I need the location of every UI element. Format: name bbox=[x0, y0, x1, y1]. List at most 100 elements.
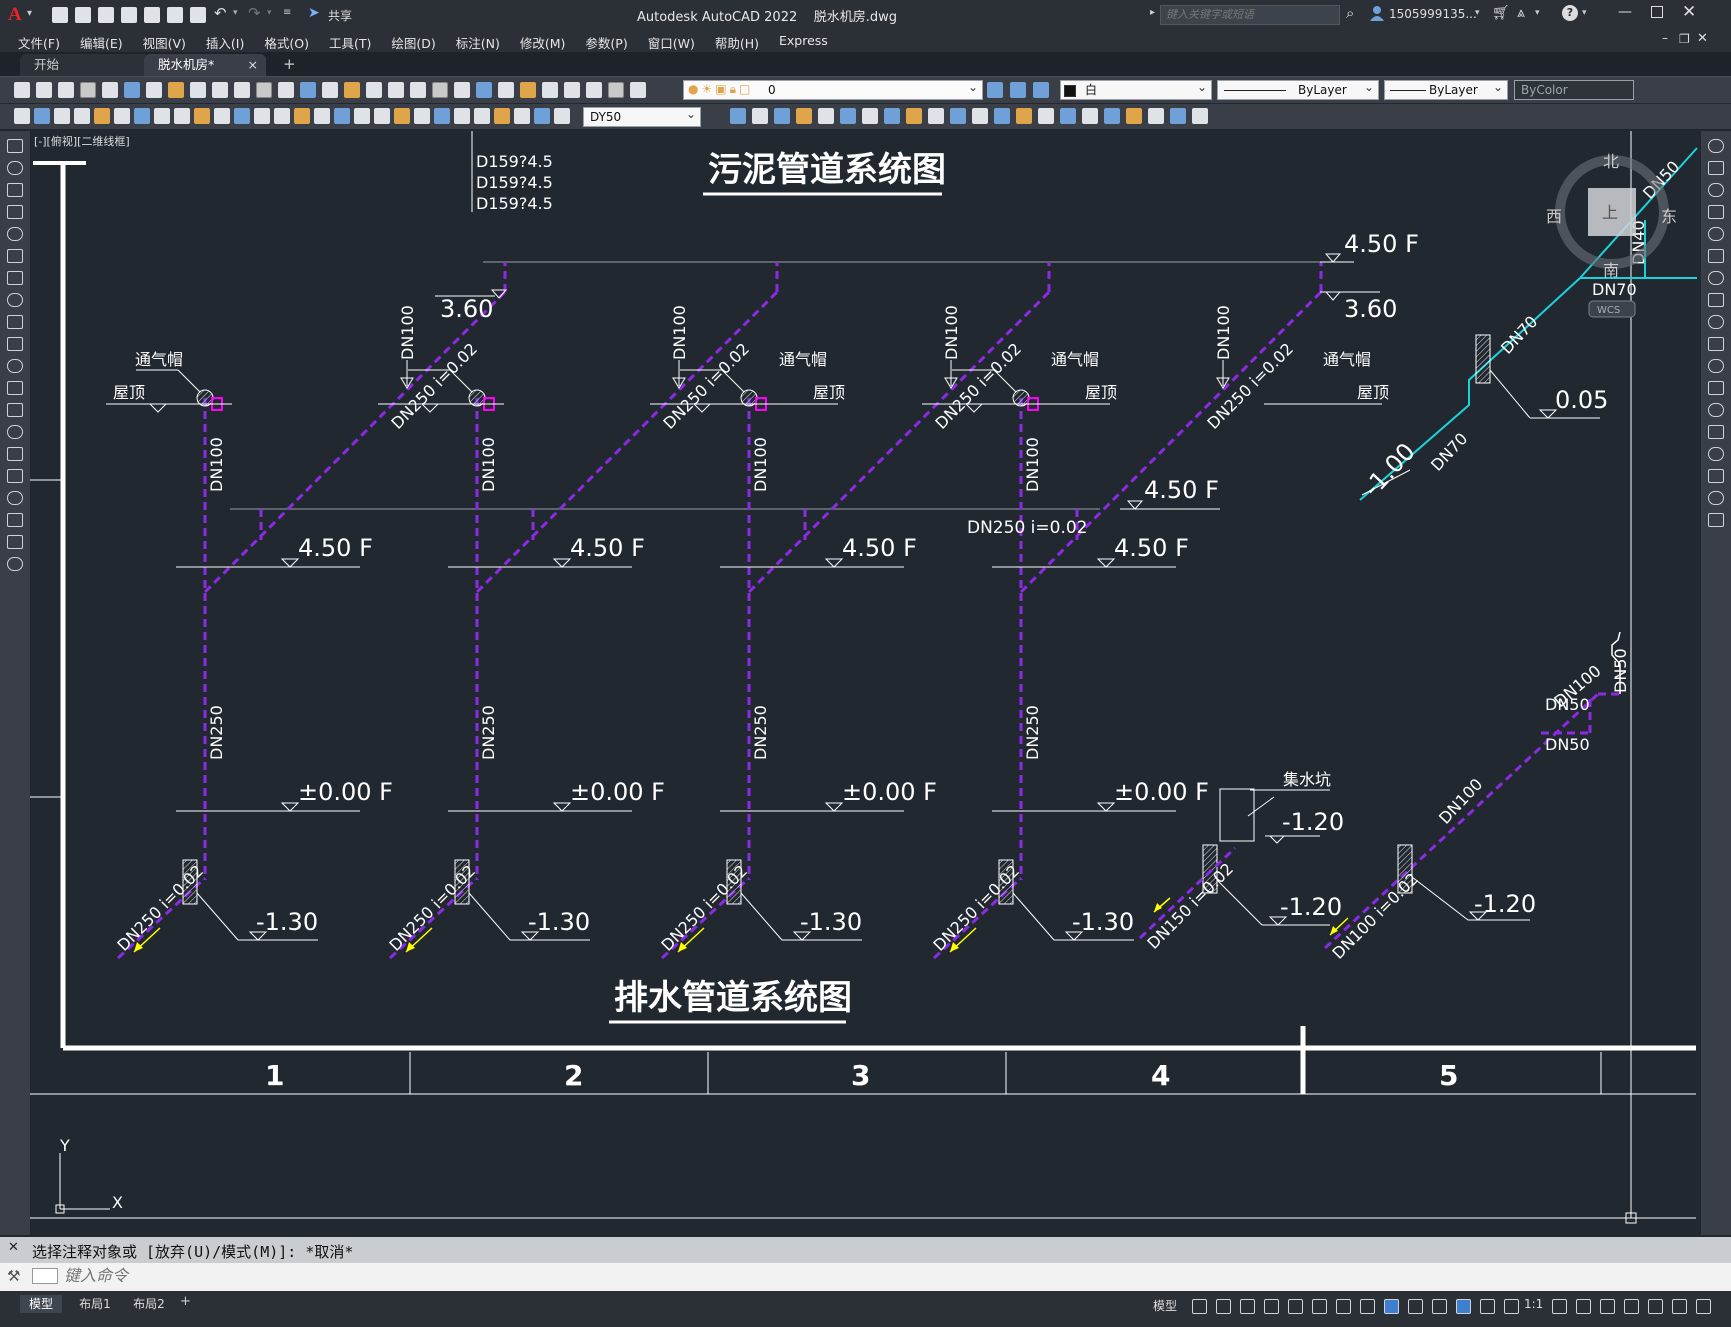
status-toggle-icon[interactable] bbox=[1216, 1299, 1231, 1314]
dimension-tool-icon[interactable] bbox=[14, 108, 30, 124]
command-close-icon[interactable]: ✕ bbox=[8, 1240, 19, 1255]
modify-tool-icon[interactable] bbox=[1708, 227, 1724, 241]
close-window-icon[interactable]: ✕ bbox=[1682, 2, 1696, 22]
redo-icon[interactable]: ↷ bbox=[248, 4, 261, 22]
status-toggle-icon[interactable] bbox=[1384, 1299, 1399, 1314]
dimension-tool-icon[interactable] bbox=[474, 108, 490, 124]
standard-tool-icon[interactable] bbox=[256, 82, 272, 98]
draw-tool-icon[interactable] bbox=[7, 535, 23, 549]
modify-tool-icon[interactable] bbox=[1082, 108, 1098, 124]
standard-tool-icon[interactable] bbox=[542, 82, 558, 98]
modify-tool-icon[interactable] bbox=[752, 108, 768, 124]
dimension-tool-icon[interactable] bbox=[234, 108, 250, 124]
standard-tool-icon[interactable] bbox=[630, 82, 646, 98]
status-toggle-icon[interactable] bbox=[1360, 1299, 1375, 1314]
drawing-canvas[interactable]: [-][俯视][二维线框] 12345 污泥管道系统图 排水管道系统图 D159… bbox=[30, 131, 1701, 1235]
help-dropdown-icon[interactable]: ▾ bbox=[1582, 8, 1587, 18]
modify-tool-icon[interactable] bbox=[1708, 337, 1724, 351]
modify-tool-icon[interactable] bbox=[928, 108, 944, 124]
draw-tool-icon[interactable] bbox=[7, 425, 23, 439]
doc-minimize-icon[interactable]: – bbox=[1662, 31, 1668, 45]
status-toggle-icon[interactable] bbox=[1192, 1299, 1207, 1314]
dimension-tool-icon[interactable] bbox=[414, 108, 430, 124]
layout-tab-1[interactable]: 布局1 bbox=[70, 1295, 120, 1313]
menu-modify[interactable]: 修改(M) bbox=[510, 33, 576, 52]
status-toggle-icon[interactable] bbox=[1480, 1299, 1495, 1314]
draw-tool-icon[interactable] bbox=[7, 249, 23, 263]
standard-tool-icon[interactable] bbox=[124, 82, 140, 98]
draw-tool-icon[interactable] bbox=[7, 403, 23, 417]
dimension-tool-icon[interactable] bbox=[394, 108, 410, 124]
menu-dimension[interactable]: 标注(N) bbox=[446, 33, 510, 52]
status-toggle-icon[interactable] bbox=[1264, 1299, 1279, 1314]
share-icon[interactable]: ➤ bbox=[308, 5, 320, 21]
status-toggle-icon[interactable] bbox=[1672, 1299, 1687, 1314]
command-prompt-icon[interactable] bbox=[32, 1268, 58, 1284]
standard-tool-icon[interactable] bbox=[476, 82, 492, 98]
app-store-dropdown-icon[interactable]: ▾ bbox=[1535, 8, 1540, 18]
standard-tool-icon[interactable] bbox=[344, 82, 360, 98]
dimension-tool-icon[interactable] bbox=[134, 108, 150, 124]
dimension-tool-icon[interactable] bbox=[54, 108, 70, 124]
status-toggle-icon[interactable] bbox=[1408, 1299, 1423, 1314]
doc-close-icon[interactable]: ✕ bbox=[1697, 31, 1708, 46]
menu-edit[interactable]: 编辑(E) bbox=[70, 33, 133, 52]
draw-tool-icon[interactable] bbox=[7, 359, 23, 373]
modify-tool-icon[interactable] bbox=[884, 108, 900, 124]
status-toggle-icon[interactable] bbox=[1432, 1299, 1447, 1314]
color-dropdown[interactable]: 白 bbox=[1060, 78, 1212, 100]
standard-tool-icon[interactable] bbox=[36, 82, 52, 98]
viewcube-south[interactable]: 南 bbox=[1603, 261, 1619, 280]
standard-tool-icon[interactable] bbox=[410, 82, 426, 98]
dimension-tool-icon[interactable] bbox=[494, 108, 510, 124]
dimension-tool-icon[interactable] bbox=[354, 108, 370, 124]
dimension-tool-icon[interactable] bbox=[94, 108, 110, 124]
save-as-icon[interactable] bbox=[121, 7, 137, 23]
dimension-tool-icon[interactable] bbox=[334, 108, 350, 124]
modify-tool-icon[interactable] bbox=[1708, 249, 1724, 263]
modify-tool-icon[interactable] bbox=[1708, 359, 1724, 373]
viewcube-face[interactable]: 上 bbox=[1602, 203, 1618, 222]
draw-tool-icon[interactable] bbox=[7, 557, 23, 571]
menu-draw[interactable]: 绘图(D) bbox=[381, 33, 445, 52]
dimension-tool-icon[interactable] bbox=[114, 108, 130, 124]
draw-tool-icon[interactable] bbox=[7, 183, 23, 197]
modify-tool-icon[interactable] bbox=[1708, 491, 1724, 505]
menu-view[interactable]: 视图(V) bbox=[133, 33, 196, 52]
dimension-tool-icon[interactable] bbox=[74, 108, 90, 124]
command-line[interactable]: ⚒ bbox=[0, 1263, 1731, 1291]
standard-tool-icon[interactable] bbox=[190, 82, 206, 98]
standard-tool-icon[interactable] bbox=[14, 82, 30, 98]
undo-icon[interactable]: ↶ bbox=[214, 4, 227, 22]
standard-tool-icon[interactable] bbox=[212, 82, 228, 98]
status-toggle-icon[interactable] bbox=[1288, 1299, 1303, 1314]
modify-tool-icon[interactable] bbox=[994, 108, 1010, 124]
standard-tool-icon[interactable] bbox=[608, 82, 624, 98]
doc-restore-icon[interactable]: ❐ bbox=[1679, 32, 1690, 46]
share-button[interactable]: 共享 bbox=[328, 7, 352, 24]
annotation-scale[interactable]: 1:1 bbox=[1524, 1297, 1543, 1311]
menu-parametric[interactable]: 参数(P) bbox=[575, 33, 637, 52]
tab-start[interactable]: 开始 bbox=[20, 54, 150, 76]
tab-drawing[interactable]: 脱水机房* × bbox=[144, 54, 266, 76]
modify-tool-icon[interactable] bbox=[862, 108, 878, 124]
draw-tool-icon[interactable] bbox=[7, 205, 23, 219]
modify-tool-icon[interactable] bbox=[1708, 447, 1724, 461]
search-expand-icon[interactable]: ▸ bbox=[1150, 7, 1155, 18]
dimstyle-dropdown[interactable]: DY50 bbox=[583, 105, 701, 127]
user-name[interactable]: 1505999135... bbox=[1389, 7, 1477, 21]
modify-tool-icon[interactable] bbox=[972, 108, 988, 124]
standard-tool-icon[interactable] bbox=[432, 82, 448, 98]
modify-tool-icon[interactable] bbox=[906, 108, 922, 124]
draw-tool-icon[interactable] bbox=[7, 513, 23, 527]
status-toggle-icon[interactable] bbox=[1600, 1299, 1615, 1314]
save-icon[interactable] bbox=[98, 7, 114, 23]
autodesk-app-store-icon[interactable]: ⩓ bbox=[1517, 5, 1525, 21]
undo-dropdown-icon[interactable]: ▾ bbox=[233, 8, 238, 18]
draw-tool-icon[interactable] bbox=[7, 381, 23, 395]
new-file-icon[interactable] bbox=[52, 7, 68, 23]
draw-tool-icon[interactable] bbox=[7, 491, 23, 505]
menu-help[interactable]: 帮助(H) bbox=[705, 33, 769, 52]
standard-tool-icon[interactable] bbox=[278, 82, 294, 98]
modify-tool-icon[interactable] bbox=[796, 108, 812, 124]
